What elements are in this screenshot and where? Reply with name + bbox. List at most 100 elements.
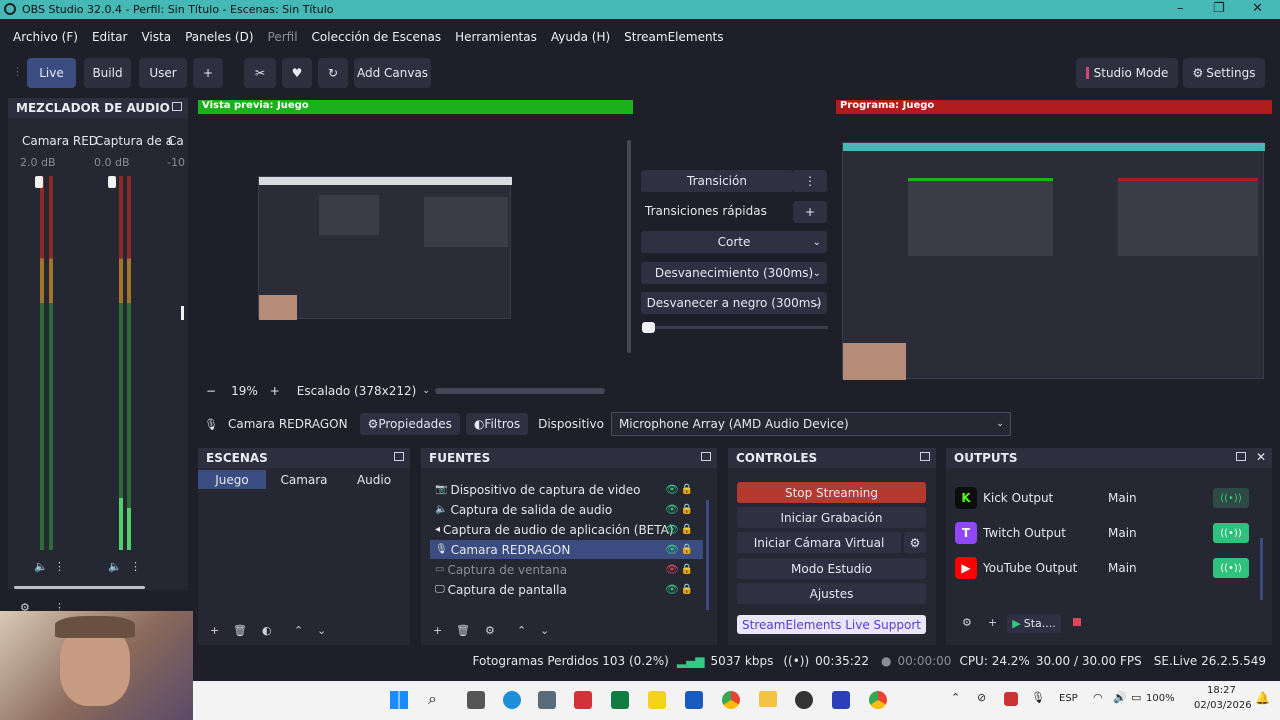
edge-icon[interactable] [503, 691, 521, 709]
volume-fader-handle[interactable] [35, 176, 43, 188]
sources-scrollbar[interactable] [706, 500, 709, 610]
quick-transition-item[interactable]: Desvanecimiento (300ms) ⌄ [641, 262, 827, 284]
maximize-icon[interactable]: ❐ [1213, 1, 1225, 16]
trash-icon[interactable]: 🗑 [233, 624, 247, 637]
preview-scrollbar[interactable] [627, 140, 631, 353]
start-recording-button[interactable]: Iniciar Grabación [737, 507, 926, 528]
virtual-camera-button[interactable]: Iniciar Cámara Virtual [737, 532, 901, 553]
more-options-icon[interactable]: ⋮ [54, 560, 65, 573]
source-item[interactable]: ◂ Captura de audio de aplicación (BETA) 👁 🔒 [430, 520, 703, 539]
chrome-icon[interactable] [869, 691, 887, 709]
volume-fader-handle[interactable] [181, 306, 184, 320]
app-taskbar-icon[interactable] [832, 691, 850, 709]
wifi-icon[interactable]: ◠ [1093, 691, 1103, 704]
speaker-icon[interactable]: 🔈 [34, 560, 48, 573]
trash-icon[interactable]: 🗑 [456, 624, 470, 637]
float-dock-icon[interactable] [1236, 452, 1246, 461]
move-down-icon[interactable]: ⌄ [317, 624, 326, 637]
move-down-icon[interactable]: ⌄ [540, 624, 549, 637]
menu-profile[interactable]: Perfil [268, 30, 298, 44]
chrome-icon[interactable] [722, 691, 740, 709]
calculator-icon[interactable] [538, 691, 556, 709]
tools-icon[interactable]: ✂ [244, 58, 276, 88]
output-toggle-button[interactable]: ((•)) [1213, 558, 1249, 578]
lock-icon[interactable]: 🔒 [681, 564, 693, 575]
menu-tools[interactable]: Herramientas [455, 30, 537, 44]
menu-streamelements[interactable]: StreamElements [624, 30, 723, 44]
lock-icon[interactable]: 🔒 [681, 584, 693, 595]
add-quick-transition-button[interactable]: + [793, 201, 827, 223]
notification-bell-icon[interactable]: 🔔 [1255, 691, 1270, 705]
lock-icon[interactable]: 🔒 [681, 484, 693, 495]
tray-app-icon[interactable] [1004, 692, 1018, 706]
t-bar-handle[interactable] [642, 322, 655, 333]
scene-item-camara[interactable]: Camara [270, 470, 338, 489]
eye-icon[interactable]: 👁 [665, 483, 679, 496]
task-view-icon[interactable] [467, 691, 485, 709]
filters-button[interactable]: ◐Filtros [465, 413, 529, 435]
lock-icon[interactable]: 🔒 [681, 504, 693, 515]
scene-item-juego[interactable]: Juego [198, 470, 266, 489]
menu-file[interactable]: Archivo (F) [13, 30, 78, 44]
add-canvas-button[interactable]: Add Canvas [354, 58, 431, 88]
horizontal-scrollbar[interactable] [435, 388, 605, 394]
zoom-out-button[interactable]: − [206, 384, 216, 398]
gear-icon[interactable]: ⚙ [485, 624, 495, 637]
volume-icon[interactable]: 🔊 [1113, 691, 1127, 704]
output-toggle-button[interactable]: ((•)) [1213, 523, 1249, 543]
menu-help[interactable]: Ayuda (H) [551, 30, 610, 44]
settings-control-button[interactable]: Ajustes [737, 583, 926, 604]
start-all-outputs-button[interactable]: ▶ Sta.... [1007, 614, 1061, 633]
studio-mode-button[interactable]: Studio Mode [1076, 58, 1178, 88]
close-icon[interactable]: ✕ [1252, 1, 1263, 16]
sticky-notes-icon[interactable] [648, 691, 666, 709]
search-icon[interactable]: ⌕ [428, 689, 437, 709]
studio-mode-control-button[interactable]: Modo Estudio [737, 558, 926, 579]
obs-taskbar-icon[interactable] [795, 691, 813, 709]
zoom-in-button[interactable]: + [270, 384, 280, 398]
add-scene-button[interactable]: + [210, 624, 219, 637]
chevron-down-icon[interactable]: ⌄ [422, 386, 430, 396]
eye-hidden-icon[interactable]: 👁 [665, 563, 679, 576]
scale-select[interactable]: Escalado (378x212) [297, 384, 417, 398]
clock-date[interactable]: 02/03/2026 [1194, 700, 1252, 711]
source-item[interactable]: 🖵 Captura de pantalla 👁 🔒 [430, 580, 703, 599]
microphone-icon[interactable]: 🎙 [1031, 691, 1045, 704]
float-dock-icon[interactable] [172, 102, 182, 111]
add-output-button[interactable]: + [988, 616, 997, 629]
gear-icon[interactable]: ⚙ [962, 616, 972, 629]
pdf-icon[interactable] [574, 691, 592, 709]
live-tab[interactable]: Live [27, 58, 76, 88]
chevron-up-icon[interactable]: ⌃ [951, 691, 960, 704]
clock-time[interactable]: 18:27 [1207, 685, 1236, 696]
eye-icon[interactable]: 👁 [665, 583, 679, 596]
menu-edit[interactable]: Editar [92, 30, 128, 44]
stop-streaming-button[interactable]: Stop Streaming [737, 482, 926, 503]
quick-transition-item[interactable]: Corte ⌄ [641, 231, 827, 253]
horizontal-scrollbar[interactable] [14, 586, 145, 589]
battery-icon[interactable]: ▭ [1131, 691, 1141, 704]
stop-icon[interactable] [1073, 618, 1081, 626]
lock-icon[interactable]: 🔒 [681, 544, 693, 555]
source-item[interactable]: ▭ Captura de ventana 👁 🔒 [430, 560, 703, 579]
quick-transition-item[interactable]: Desvanecer a negro (300ms) ⌄ [641, 292, 827, 314]
build-tab[interactable]: Build [84, 58, 131, 88]
add-source-button[interactable]: + [433, 624, 442, 637]
excel-icon[interactable] [611, 691, 629, 709]
streamelements-support-button[interactable]: StreamElements Live Support [737, 615, 926, 634]
preview-canvas[interactable] [198, 114, 624, 376]
word-icon[interactable] [685, 691, 703, 709]
float-dock-icon[interactable] [701, 452, 711, 461]
refresh-icon[interactable]: ↻ [318, 58, 348, 88]
gear-icon[interactable]: ⚙ [904, 532, 926, 553]
device-select[interactable]: Microphone Array (AMD Audio Device) ⌄ [610, 412, 1011, 436]
settings-button[interactable]: ⚙ Settings [1183, 58, 1265, 88]
file-explorer-icon[interactable] [759, 691, 777, 707]
close-icon[interactable]: ✕ [1256, 450, 1266, 464]
eye-icon[interactable]: 👁 [665, 523, 679, 536]
network-off-icon[interactable]: ⊘ [977, 691, 986, 704]
eye-icon[interactable]: 👁 [665, 543, 679, 556]
source-item[interactable]: 📷 Dispositivo de captura de video 👁 🔒 [430, 480, 703, 499]
windows-start-icon[interactable] [390, 691, 408, 709]
minimize-icon[interactable]: – [1177, 1, 1184, 16]
